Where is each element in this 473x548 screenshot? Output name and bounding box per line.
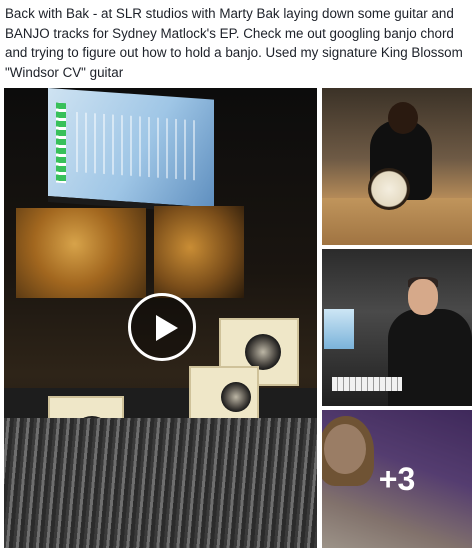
- thumbnail-engineer-photo[interactable]: [322, 249, 472, 406]
- booth-window-right: [154, 206, 244, 298]
- mixing-desk: [4, 418, 317, 548]
- play-icon: [156, 315, 178, 341]
- waveform: [76, 111, 196, 181]
- post-text: Back with Bak - at SLR studios with Mart…: [5, 6, 463, 80]
- engineer-figure: [388, 309, 472, 406]
- booth-window: [16, 208, 146, 298]
- daw-monitor: [48, 88, 214, 214]
- banjo: [368, 168, 410, 210]
- studio-screen: [324, 309, 354, 349]
- play-button[interactable]: [128, 293, 196, 361]
- engineer-head: [408, 279, 438, 315]
- photo-grid: +3: [4, 88, 472, 548]
- person-head: [388, 102, 418, 134]
- main-video-tile[interactable]: [4, 88, 317, 548]
- keyboard: [332, 377, 402, 391]
- thumbnail-more-photos[interactable]: +3: [322, 410, 472, 548]
- thumbnail-banjo-photo[interactable]: [322, 88, 472, 245]
- more-photos-count[interactable]: +3: [322, 410, 472, 548]
- track-meters: [56, 102, 66, 184]
